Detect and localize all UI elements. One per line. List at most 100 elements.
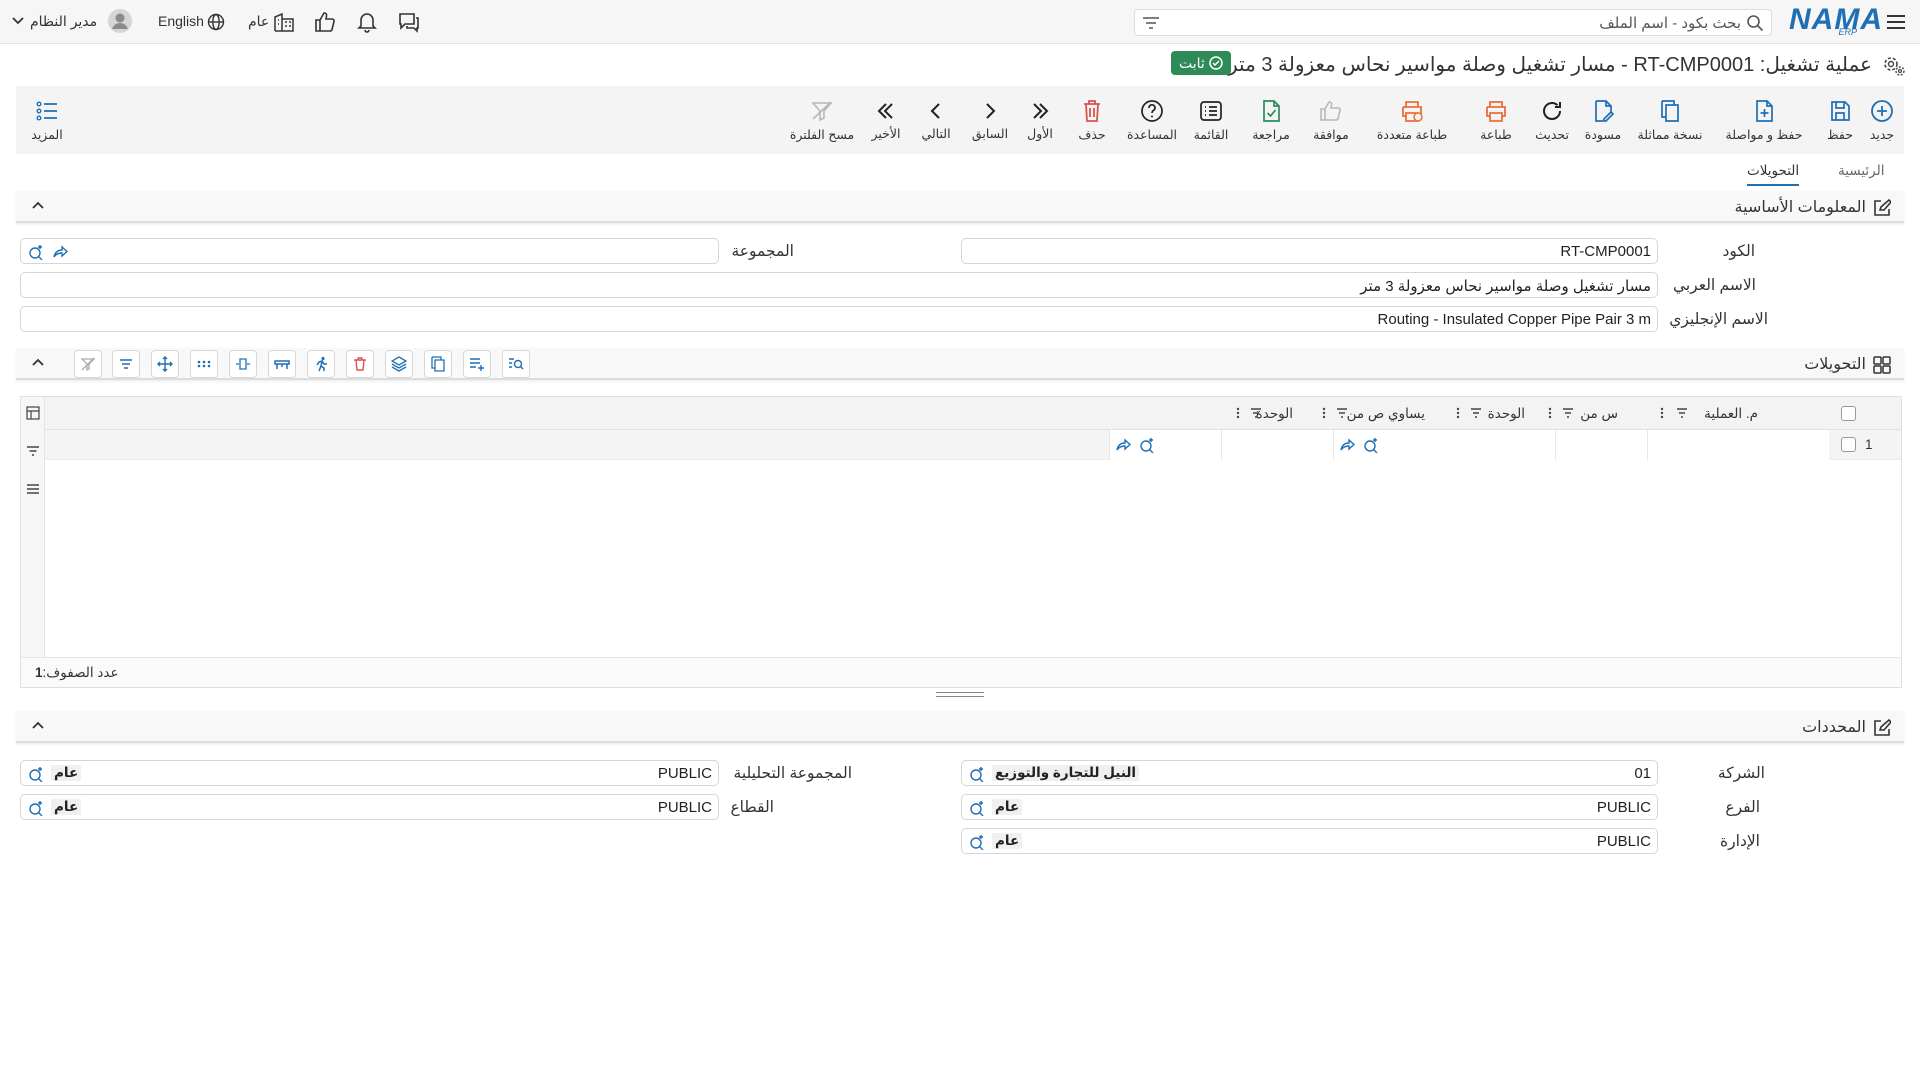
chevron-up-icon[interactable] — [32, 721, 44, 729]
chevron-down-icon[interactable] — [11, 15, 25, 27]
help-button[interactable]: المساعدة — [1122, 86, 1182, 154]
row-checkbox[interactable] — [1841, 437, 1856, 452]
lookup-search-icon[interactable] — [1138, 436, 1156, 454]
grid-table-button[interactable] — [268, 350, 296, 378]
conversions-section-header[interactable]: التحويلات — [16, 348, 1904, 380]
lookup-search-icon[interactable] — [27, 243, 45, 261]
unit-cell[interactable] — [1109, 430, 1221, 460]
save-button[interactable]: حفظ — [1818, 86, 1862, 154]
duplicate-button[interactable]: نسخة مماثلة — [1630, 86, 1710, 154]
grid-move-button[interactable] — [151, 350, 179, 378]
grid-fit-columns-button[interactable] — [229, 350, 257, 378]
globe-icon[interactable] — [206, 12, 226, 32]
grid-delete-button[interactable] — [346, 350, 374, 378]
draft-button[interactable]: مسودة — [1578, 86, 1628, 154]
chevron-up-icon[interactable] — [32, 201, 44, 209]
multi-print-label: طباعة متعددة — [1376, 127, 1448, 142]
list-button[interactable]: القائمة — [1186, 86, 1236, 154]
resize-handle[interactable] — [936, 692, 984, 700]
filter-icon[interactable] — [1675, 406, 1689, 420]
search-input[interactable]: بحث بكود - اسم الملف — [1134, 9, 1772, 36]
columns-panel-icon[interactable] — [25, 405, 41, 421]
grid-layers-button[interactable] — [385, 350, 413, 378]
column-header[interactable]: م. العملية — [1704, 406, 1758, 422]
lookup-search-icon[interactable] — [27, 799, 45, 817]
next-button[interactable]: التالي — [914, 86, 958, 154]
table-row[interactable]: 1 — [45, 430, 1901, 460]
print-button[interactable]: طباعة — [1474, 86, 1518, 154]
previous-button[interactable]: السابق — [968, 86, 1012, 154]
grid-filter-button[interactable] — [112, 350, 140, 378]
share-icon[interactable] — [1338, 436, 1356, 454]
filter-icon[interactable] — [1335, 406, 1349, 420]
analytic-group-field[interactable]: PUBLIC عام — [20, 760, 719, 786]
new-button[interactable]: جديد — [1860, 86, 1904, 154]
lookup-search-icon[interactable] — [27, 765, 45, 783]
grid-dots-button[interactable] — [190, 350, 218, 378]
last-button[interactable]: الأخير — [864, 86, 908, 154]
company-field[interactable]: 01 النيل للتجارة والتوزيع — [961, 760, 1658, 786]
share-icon[interactable] — [1114, 436, 1132, 454]
menu-panel-icon[interactable] — [25, 481, 41, 497]
column-header[interactable]: س من — [1580, 406, 1618, 422]
group-field[interactable] — [20, 238, 719, 264]
first-button[interactable]: الأول — [1022, 86, 1058, 154]
y-from-cell[interactable] — [1221, 430, 1333, 460]
grid-run-button[interactable] — [307, 350, 335, 378]
more-button[interactable]: المزيد — [24, 86, 70, 154]
code-field[interactable]: RT-CMP0001 — [961, 238, 1658, 264]
chevron-up-icon[interactable] — [32, 358, 44, 366]
company-building-icon[interactable] — [272, 10, 296, 34]
lookup-search-icon[interactable] — [968, 833, 986, 851]
refresh-button[interactable]: تحديث — [1530, 86, 1574, 154]
branch-field[interactable]: PUBLIC عام — [961, 794, 1658, 820]
select-all-checkbox[interactable] — [1841, 406, 1856, 421]
bell-icon[interactable] — [354, 10, 380, 34]
filter-icon[interactable] — [1141, 13, 1161, 33]
column-menu-icon[interactable] — [1233, 406, 1243, 420]
column-header[interactable]: الوحدة — [1488, 406, 1525, 422]
review-button[interactable]: مراجعة — [1246, 86, 1296, 154]
share-icon[interactable] — [51, 243, 69, 261]
filter-icon[interactable] — [1249, 406, 1263, 420]
grid-clear-filter-button[interactable] — [74, 350, 102, 378]
delete-button[interactable]: حذف — [1070, 86, 1114, 154]
x-from-cell[interactable] — [1555, 430, 1647, 460]
grid-search-button[interactable] — [502, 350, 530, 378]
filter-icon[interactable] — [1561, 406, 1575, 420]
hamburger-menu-icon[interactable] — [1884, 10, 1908, 34]
operation-cell[interactable] — [1647, 430, 1829, 460]
column-header[interactable]: يساوي ص من — [1347, 406, 1425, 422]
tab-conversions[interactable]: التحويلات — [1747, 163, 1800, 186]
basic-info-section-header[interactable]: المعلومات الأساسية — [16, 191, 1904, 223]
lookup-search-icon[interactable] — [968, 799, 986, 817]
column-menu-icon[interactable] — [1453, 406, 1463, 420]
sector-field[interactable]: PUBLIC عام — [20, 794, 719, 820]
lookup-search-icon[interactable] — [1362, 436, 1380, 454]
clear-filter-button[interactable]: مسح الفلترة — [786, 86, 858, 154]
company-label[interactable]: عام — [248, 13, 269, 30]
column-menu-icon[interactable] — [1545, 406, 1555, 420]
filter-panel-icon[interactable] — [25, 443, 41, 459]
chat-icon[interactable] — [396, 10, 422, 34]
approve-button[interactable]: موافقة — [1306, 86, 1356, 154]
unit-cell[interactable] — [1333, 430, 1555, 460]
column-menu-icon[interactable] — [1657, 406, 1667, 420]
column-menu-icon[interactable] — [1319, 406, 1329, 420]
thumbs-up-icon[interactable] — [312, 10, 338, 34]
multi-print-button[interactable]: طباعة متعددة — [1370, 86, 1454, 154]
nama-logo[interactable]: NAMA ERP — [1789, 5, 1882, 38]
grid-add-row-button[interactable] — [463, 350, 491, 378]
english-name-field[interactable]: Routing - Insulated Copper Pipe Pair 3 m — [20, 306, 1658, 332]
department-field[interactable]: PUBLIC عام — [961, 828, 1658, 854]
save-continue-button[interactable]: حفظ و مواصلة — [1716, 86, 1812, 154]
language-switch[interactable]: English — [158, 13, 204, 29]
lookup-search-icon[interactable] — [968, 765, 986, 783]
tab-main[interactable]: الرئيسية — [1838, 163, 1885, 179]
arabic-name-field[interactable]: مسار تشغيل وصلة مواسير نحاس معزولة 3 متر — [20, 272, 1658, 298]
determinants-section-header[interactable]: المحددات — [16, 711, 1904, 743]
filter-icon[interactable] — [1469, 406, 1483, 420]
avatar[interactable] — [106, 7, 134, 35]
user-name[interactable]: مدير النظام — [30, 13, 97, 30]
grid-copy-button[interactable] — [424, 350, 452, 378]
